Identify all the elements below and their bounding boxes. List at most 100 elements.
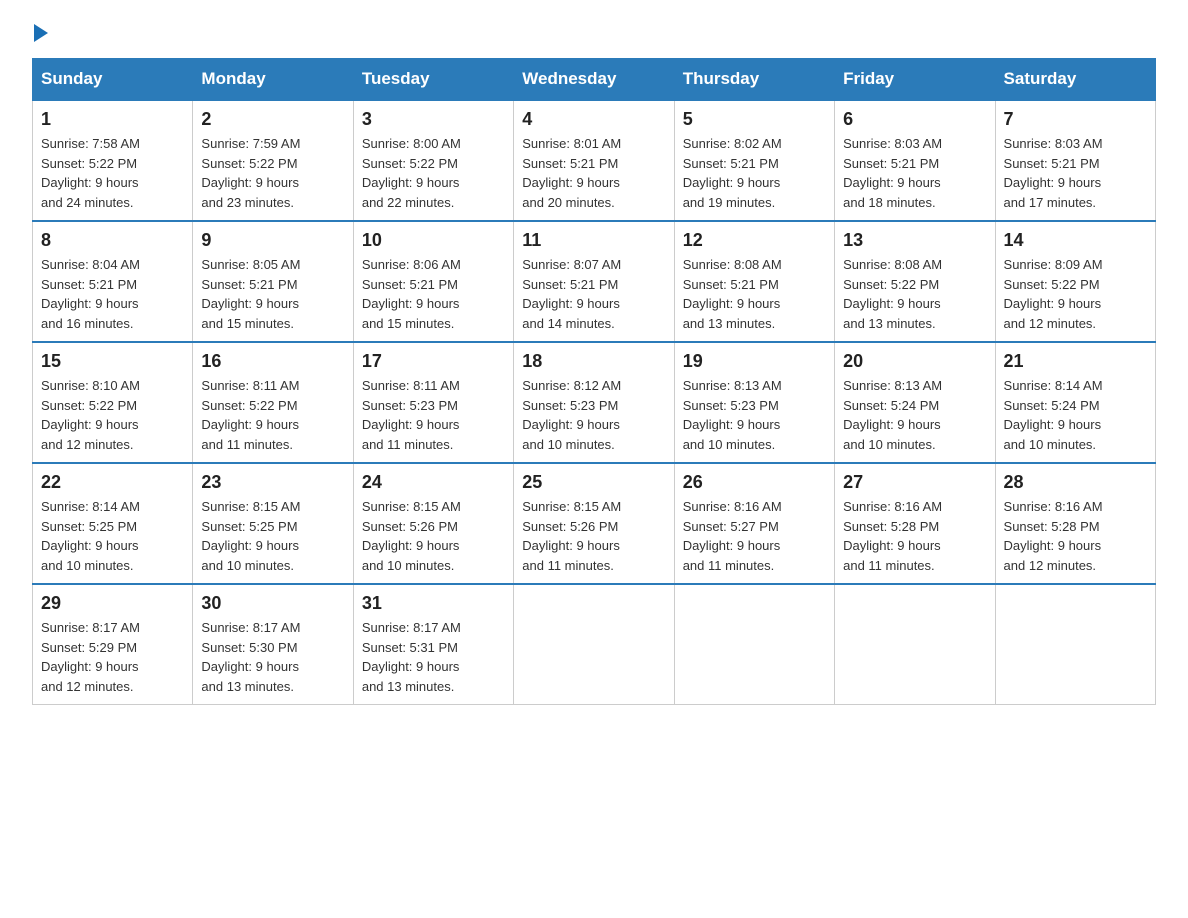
calendar-cell [674,584,834,705]
day-info: Sunrise: 7:59 AMSunset: 5:22 PMDaylight:… [201,134,344,212]
day-number: 3 [362,109,505,130]
calendar-cell: 10 Sunrise: 8:06 AMSunset: 5:21 PMDayligh… [353,221,513,342]
logo-triangle-icon [34,24,48,42]
calendar-cell: 13 Sunrise: 8:08 AMSunset: 5:22 PMDayligh… [835,221,995,342]
day-number: 9 [201,230,344,251]
day-number: 10 [362,230,505,251]
calendar-cell: 15Sunrise: 8:10 AMSunset: 5:22 PMDayligh… [33,342,193,463]
calendar-week-row: 29Sunrise: 8:17 AMSunset: 5:29 PMDayligh… [33,584,1156,705]
calendar-cell: 12 Sunrise: 8:08 AMSunset: 5:21 PMDayligh… [674,221,834,342]
column-header-saturday: Saturday [995,59,1155,101]
calendar-cell: 1 Sunrise: 7:58 AMSunset: 5:22 PMDaylight… [33,100,193,221]
day-number: 28 [1004,472,1147,493]
day-info: Sunrise: 8:15 AMSunset: 5:25 PMDaylight:… [201,497,344,575]
calendar-cell: 23 Sunrise: 8:15 AMSunset: 5:25 PMDayligh… [193,463,353,584]
day-info: Sunrise: 8:15 AMSunset: 5:26 PMDaylight:… [362,497,505,575]
calendar-cell: 8Sunrise: 8:04 AMSunset: 5:21 PMDaylight… [33,221,193,342]
calendar-cell: 9 Sunrise: 8:05 AMSunset: 5:21 PMDaylight… [193,221,353,342]
column-header-sunday: Sunday [33,59,193,101]
column-header-wednesday: Wednesday [514,59,674,101]
day-number: 12 [683,230,826,251]
day-info: Sunrise: 8:08 AMSunset: 5:21 PMDaylight:… [683,255,826,333]
day-number: 30 [201,593,344,614]
calendar-cell: 29Sunrise: 8:17 AMSunset: 5:29 PMDayligh… [33,584,193,705]
calendar-cell: 26 Sunrise: 8:16 AMSunset: 5:27 PMDayligh… [674,463,834,584]
day-info: Sunrise: 8:12 AMSunset: 5:23 PMDaylight:… [522,376,665,454]
page-header [32,24,1156,42]
calendar-cell: 31 Sunrise: 8:17 AMSunset: 5:31 PMDayligh… [353,584,513,705]
day-number: 18 [522,351,665,372]
day-info: Sunrise: 8:14 AMSunset: 5:25 PMDaylight:… [41,497,184,575]
logo [32,24,50,42]
day-info: Sunrise: 8:15 AMSunset: 5:26 PMDaylight:… [522,497,665,575]
calendar-cell: 2 Sunrise: 7:59 AMSunset: 5:22 PMDaylight… [193,100,353,221]
calendar-cell [835,584,995,705]
calendar-week-row: 8Sunrise: 8:04 AMSunset: 5:21 PMDaylight… [33,221,1156,342]
calendar-cell: 24 Sunrise: 8:15 AMSunset: 5:26 PMDayligh… [353,463,513,584]
column-header-friday: Friday [835,59,995,101]
calendar-cell: 30 Sunrise: 8:17 AMSunset: 5:30 PMDayligh… [193,584,353,705]
day-info: Sunrise: 8:06 AMSunset: 5:21 PMDaylight:… [362,255,505,333]
calendar-cell: 18 Sunrise: 8:12 AMSunset: 5:23 PMDayligh… [514,342,674,463]
day-info: Sunrise: 8:17 AMSunset: 5:30 PMDaylight:… [201,618,344,696]
day-number: 23 [201,472,344,493]
calendar-cell: 25 Sunrise: 8:15 AMSunset: 5:26 PMDayligh… [514,463,674,584]
day-number: 2 [201,109,344,130]
calendar-cell: 6 Sunrise: 8:03 AMSunset: 5:21 PMDaylight… [835,100,995,221]
day-number: 13 [843,230,986,251]
day-number: 26 [683,472,826,493]
day-info: Sunrise: 8:11 AMSunset: 5:23 PMDaylight:… [362,376,505,454]
day-info: Sunrise: 8:02 AMSunset: 5:21 PMDaylight:… [683,134,826,212]
day-info: Sunrise: 8:14 AMSunset: 5:24 PMDaylight:… [1004,376,1147,454]
day-info: Sunrise: 7:58 AMSunset: 5:22 PMDaylight:… [41,134,184,212]
calendar-table: SundayMondayTuesdayWednesdayThursdayFrid… [32,58,1156,705]
day-number: 19 [683,351,826,372]
day-info: Sunrise: 8:13 AMSunset: 5:23 PMDaylight:… [683,376,826,454]
day-number: 7 [1004,109,1147,130]
day-info: Sunrise: 8:16 AMSunset: 5:27 PMDaylight:… [683,497,826,575]
day-info: Sunrise: 8:13 AMSunset: 5:24 PMDaylight:… [843,376,986,454]
day-number: 22 [41,472,184,493]
day-info: Sunrise: 8:03 AMSunset: 5:21 PMDaylight:… [1004,134,1147,212]
day-info: Sunrise: 8:04 AMSunset: 5:21 PMDaylight:… [41,255,184,333]
calendar-week-row: 15Sunrise: 8:10 AMSunset: 5:22 PMDayligh… [33,342,1156,463]
day-info: Sunrise: 8:16 AMSunset: 5:28 PMDaylight:… [1004,497,1147,575]
day-info: Sunrise: 8:10 AMSunset: 5:22 PMDaylight:… [41,376,184,454]
day-number: 6 [843,109,986,130]
day-info: Sunrise: 8:17 AMSunset: 5:31 PMDaylight:… [362,618,505,696]
day-info: Sunrise: 8:16 AMSunset: 5:28 PMDaylight:… [843,497,986,575]
calendar-cell: 22 Sunrise: 8:14 AMSunset: 5:25 PMDayligh… [33,463,193,584]
calendar-cell: 3 Sunrise: 8:00 AMSunset: 5:22 PMDaylight… [353,100,513,221]
calendar-cell: 27Sunrise: 8:16 AMSunset: 5:28 PMDayligh… [835,463,995,584]
calendar-cell: 7 Sunrise: 8:03 AMSunset: 5:21 PMDaylight… [995,100,1155,221]
day-number: 24 [362,472,505,493]
day-info: Sunrise: 8:05 AMSunset: 5:21 PMDaylight:… [201,255,344,333]
calendar-cell [995,584,1155,705]
calendar-week-row: 1 Sunrise: 7:58 AMSunset: 5:22 PMDaylight… [33,100,1156,221]
day-info: Sunrise: 8:11 AMSunset: 5:22 PMDaylight:… [201,376,344,454]
calendar-cell: 19 Sunrise: 8:13 AMSunset: 5:23 PMDayligh… [674,342,834,463]
column-header-tuesday: Tuesday [353,59,513,101]
calendar-header-row: SundayMondayTuesdayWednesdayThursdayFrid… [33,59,1156,101]
day-number: 1 [41,109,184,130]
day-number: 14 [1004,230,1147,251]
day-info: Sunrise: 8:17 AMSunset: 5:29 PMDaylight:… [41,618,184,696]
day-number: 21 [1004,351,1147,372]
calendar-cell: 11Sunrise: 8:07 AMSunset: 5:21 PMDayligh… [514,221,674,342]
day-info: Sunrise: 8:08 AMSunset: 5:22 PMDaylight:… [843,255,986,333]
day-number: 25 [522,472,665,493]
calendar-cell: 17 Sunrise: 8:11 AMSunset: 5:23 PMDayligh… [353,342,513,463]
calendar-cell [514,584,674,705]
day-number: 17 [362,351,505,372]
logo-blue-text [32,24,50,42]
day-number: 31 [362,593,505,614]
day-info: Sunrise: 8:00 AMSunset: 5:22 PMDaylight:… [362,134,505,212]
calendar-cell: 21 Sunrise: 8:14 AMSunset: 5:24 PMDayligh… [995,342,1155,463]
calendar-cell: 28 Sunrise: 8:16 AMSunset: 5:28 PMDayligh… [995,463,1155,584]
day-info: Sunrise: 8:03 AMSunset: 5:21 PMDaylight:… [843,134,986,212]
day-number: 16 [201,351,344,372]
calendar-cell: 16 Sunrise: 8:11 AMSunset: 5:22 PMDayligh… [193,342,353,463]
calendar-week-row: 22 Sunrise: 8:14 AMSunset: 5:25 PMDayligh… [33,463,1156,584]
day-number: 11 [522,230,665,251]
column-header-thursday: Thursday [674,59,834,101]
